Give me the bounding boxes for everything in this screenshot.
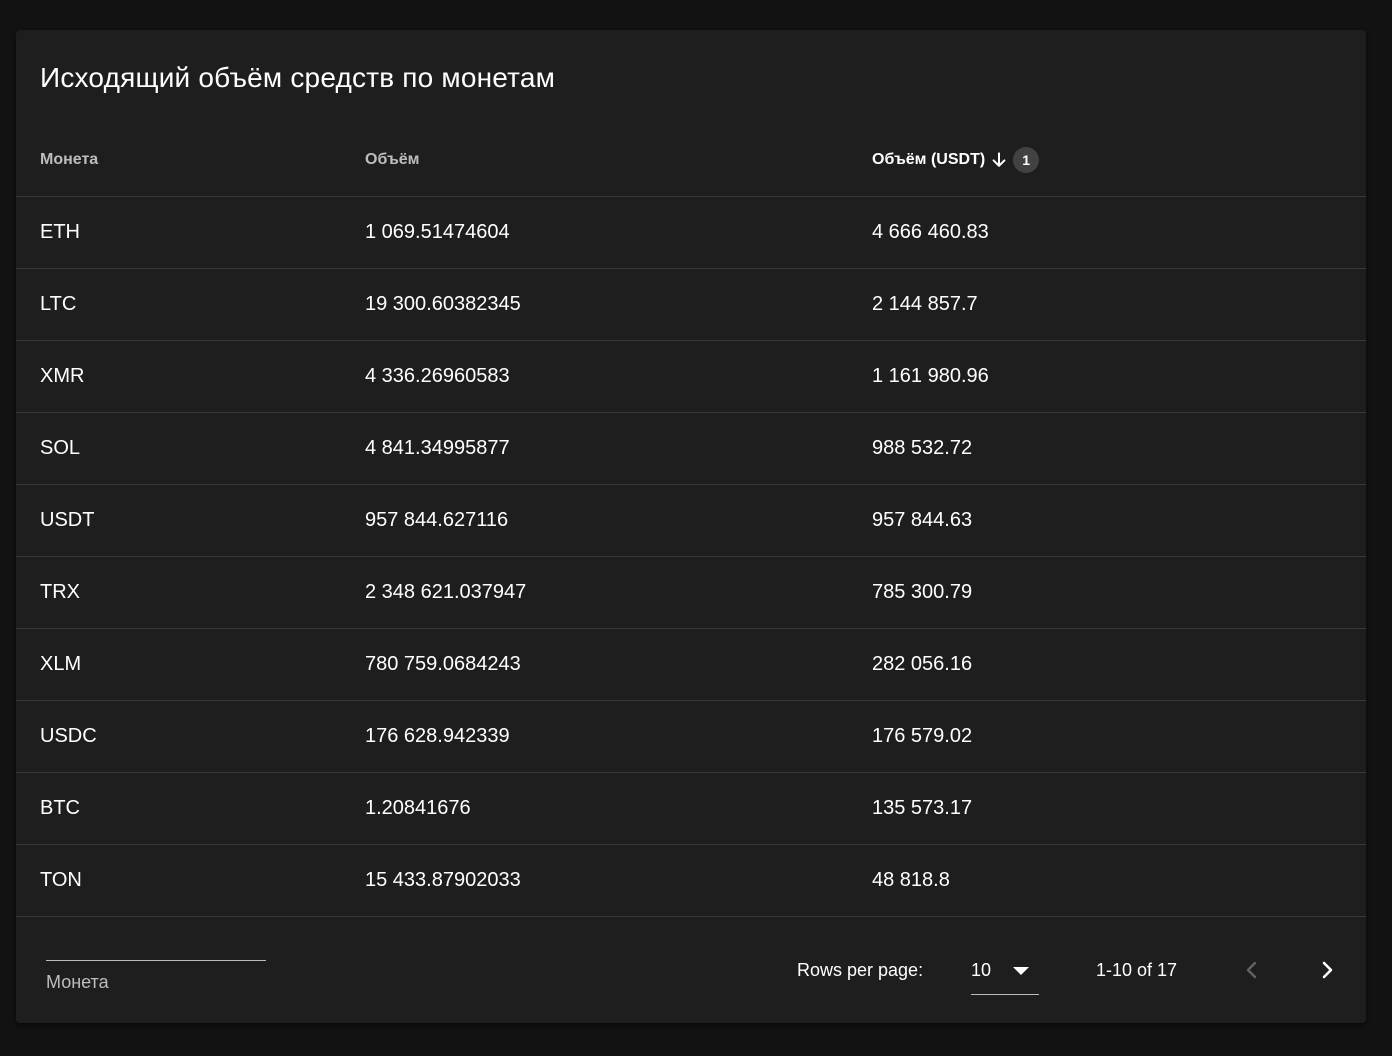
cell-volume: 4 841.34995877 (341, 412, 848, 485)
cell-coin: USDC (16, 700, 341, 773)
pagination-range: 1-10 of 17 (1096, 960, 1178, 980)
coin-filter-underline (46, 960, 266, 961)
cell-volume-usdt: 4 666 460.83 (848, 196, 1366, 269)
caret-down-icon (1013, 967, 1029, 975)
cell-coin: BTC (16, 772, 341, 845)
cell-volume: 2 348 621.037947 (341, 556, 848, 629)
coin-volume-card: Исходящий объём средств по монетам Монет… (16, 30, 1366, 1023)
next-page-button[interactable] (1307, 950, 1347, 990)
table-row[interactable]: ETH 1 069.51474604 4 666 460.83 (16, 196, 1366, 269)
cell-coin: USDT (16, 484, 341, 557)
sort-header-wrap: Объём (USDT) 1 (872, 147, 1040, 173)
sort-priority-badge: 1 (1013, 147, 1040, 173)
rows-per-page-label: Rows per page: (797, 960, 924, 980)
previous-page-button[interactable] (1232, 950, 1272, 990)
table-row[interactable]: USDC 176 628.942339 176 579.02 (16, 700, 1366, 773)
cell-volume-usdt: 1 161 980.96 (848, 340, 1366, 413)
cell-volume: 176 628.942339 (341, 700, 848, 773)
table-row[interactable]: LTC 19 300.60382345 2 144 857.7 (16, 268, 1366, 341)
table-row[interactable]: SOL 4 841.34995877 988 532.72 (16, 412, 1366, 485)
column-header-coin[interactable]: Монета (16, 124, 341, 197)
coin-filter-field[interactable]: Монета (46, 940, 266, 1010)
cell-volume-usdt: 48 818.8 (848, 844, 1366, 917)
cell-volume: 1 069.51474604 (341, 196, 848, 269)
cell-volume-usdt: 988 532.72 (848, 412, 1366, 485)
cell-coin: LTC (16, 268, 341, 341)
cell-volume-usdt: 785 300.79 (848, 556, 1366, 629)
rows-per-page-select[interactable]: 10 (971, 950, 1039, 995)
table-header-row: Монета Объём Объём (USDT) 1 (16, 124, 1366, 197)
table-row[interactable]: XLM 780 759.0684243 282 056.16 (16, 628, 1366, 701)
cell-coin: SOL (16, 412, 341, 485)
coin-filter-label: Монета (46, 972, 109, 992)
cell-volume-usdt: 957 844.63 (848, 484, 1366, 557)
cell-coin: XLM (16, 628, 341, 701)
table-footer: Монета Rows per page: 10 1-10 of 17 (16, 918, 1366, 1023)
table-row[interactable]: TON 15 433.87902033 48 818.8 (16, 844, 1366, 917)
card-title: Исходящий объём средств по монетам (40, 62, 556, 93)
cell-volume: 15 433.87902033 (341, 844, 848, 917)
table-row[interactable]: BTC 1.20841676 135 573.17 (16, 772, 1366, 845)
cell-volume-usdt: 2 144 857.7 (848, 268, 1366, 341)
cell-volume-usdt: 176 579.02 (848, 700, 1366, 773)
chevron-right-icon (1322, 961, 1333, 979)
table-row[interactable]: XMR 4 336.26960583 1 161 980.96 (16, 340, 1366, 413)
column-header-volume-usdt[interactable]: Объём (USDT) 1 (848, 124, 1366, 197)
cell-coin: XMR (16, 340, 341, 413)
cell-coin: ETH (16, 196, 341, 269)
table-row[interactable]: USDT 957 844.627116 957 844.63 (16, 484, 1366, 557)
arrow-down-icon (992, 152, 1006, 167)
cell-volume: 1.20841676 (341, 772, 848, 845)
rows-per-page-value: 10 (971, 960, 992, 980)
table-row[interactable]: TRX 2 348 621.037947 785 300.79 (16, 556, 1366, 629)
cell-volume: 4 336.26960583 (341, 340, 848, 413)
cell-volume: 19 300.60382345 (341, 268, 848, 341)
coin-volume-table: Монета Объём Объём (USDT) 1 ETH 1 069.51… (16, 124, 1366, 917)
chevron-left-icon (1246, 961, 1257, 979)
cell-volume: 780 759.0684243 (341, 628, 848, 701)
cell-coin: TRX (16, 556, 341, 629)
column-header-volume-usdt-label: Объём (USDT) (872, 151, 986, 168)
cell-volume-usdt: 135 573.17 (848, 772, 1366, 845)
cell-volume: 957 844.627116 (341, 484, 848, 557)
cell-coin: TON (16, 844, 341, 917)
cell-volume-usdt: 282 056.16 (848, 628, 1366, 701)
column-header-volume[interactable]: Объём (341, 124, 848, 197)
